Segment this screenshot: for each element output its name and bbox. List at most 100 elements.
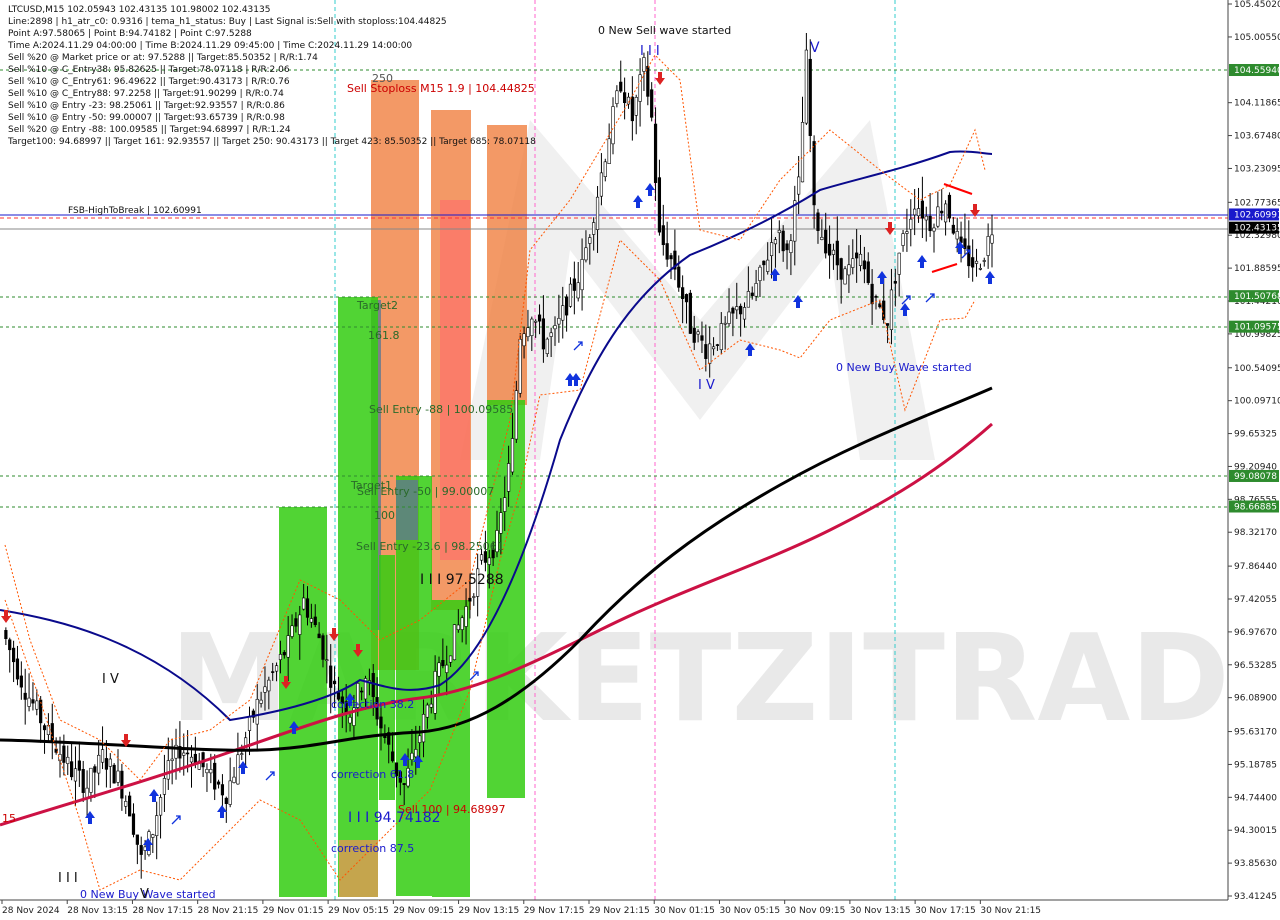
- hollow-arrow-icon: [925, 293, 935, 303]
- candle-body: [800, 122, 805, 183]
- candle-body: [162, 778, 167, 795]
- candle-body: [661, 225, 665, 246]
- price-tick-label: 97.42055: [1234, 595, 1277, 605]
- price-tick-label: 96.08900: [1234, 694, 1277, 704]
- candle-body: [479, 554, 484, 561]
- zone-green-6: [487, 400, 525, 798]
- zone-green-3: [379, 555, 395, 800]
- candle-body: [777, 229, 781, 234]
- candle-body: [855, 252, 859, 259]
- time-tick-label: 29 Nov 09:15: [393, 906, 454, 916]
- candle-body: [507, 463, 511, 492]
- candle-body: [313, 616, 317, 626]
- candle-body: [460, 617, 464, 630]
- candle-body: [858, 253, 863, 266]
- candle-body: [932, 227, 936, 232]
- candle-body: [414, 749, 418, 758]
- time-tick-label: 30 Nov 21:15: [980, 906, 1041, 916]
- level-1618-label: 161.8: [368, 329, 400, 342]
- candle-body: [166, 760, 170, 780]
- price-axis: 105.45020 105.00550 104.11865 103.67480 103.…: [1227, 0, 1280, 902]
- buy-arrow-icon: [985, 271, 995, 284]
- candle-body: [124, 801, 128, 807]
- zone-green-1: [338, 297, 378, 897]
- correction-875-label: correction 87.5: [331, 842, 414, 855]
- candle-body: [684, 294, 689, 303]
- buy-arrow-icon: [917, 255, 927, 268]
- candle-body: [789, 240, 793, 253]
- candle-body: [522, 333, 526, 347]
- candle-body: [781, 230, 785, 252]
- candle-body: [619, 81, 623, 92]
- price-tick-label: 105.45020: [1234, 0, 1280, 10]
- buy-arrow-icon: [149, 789, 159, 802]
- candle-body: [371, 673, 375, 698]
- candle-body: [599, 172, 604, 197]
- candle-body: [592, 222, 596, 235]
- candle-body: [499, 512, 503, 534]
- time-tick-label: 30 Nov 01:15: [654, 906, 715, 916]
- candle-body: [73, 768, 78, 782]
- candle-body: [267, 679, 271, 692]
- candle-body: [437, 662, 441, 677]
- candle-body: [232, 776, 236, 783]
- zone-pink-1: [440, 200, 470, 560]
- price-tick-label: 105.00550: [1234, 33, 1280, 43]
- candle-body: [139, 845, 143, 855]
- candle-body: [120, 770, 124, 799]
- candle-body: [947, 194, 952, 219]
- candle-body: [553, 325, 557, 330]
- candle-body: [824, 229, 828, 254]
- candle-body: [429, 703, 433, 708]
- candle-body: [808, 58, 812, 136]
- sell-entry-50-label: Sell Entry -50 | 99.00007: [357, 485, 494, 498]
- price-tick-label: 99.65325: [1234, 430, 1277, 440]
- candle-body: [839, 258, 843, 280]
- candle-body: [472, 596, 476, 598]
- info-line: Sell %20 @ Market price or at: 97.5288 |…: [8, 53, 318, 63]
- candle-body: [93, 766, 97, 773]
- candle-body: [433, 671, 437, 714]
- info-line: Sell %10 @ Entry -23: 98.25061 || Target…: [8, 101, 285, 111]
- price-tick-label: 103.23095: [1234, 164, 1280, 174]
- candle-body: [588, 237, 592, 244]
- info-line: Sell %20 @ Entry -88: 100.09585 || Targe…: [8, 125, 291, 135]
- candle-body: [967, 245, 971, 267]
- sell-entry-236-label: Sell Entry -23.6 | 98.25061: [356, 540, 504, 553]
- time-tick-label: 29 Nov 21:15: [589, 906, 650, 916]
- sell-wave-label: 0 New Sell wave started: [598, 24, 731, 37]
- candle-body: [224, 797, 228, 804]
- price-badge-label: 99.08078: [1234, 472, 1277, 482]
- candle-body: [928, 215, 932, 232]
- candle-body: [735, 306, 739, 311]
- symbol-line: LTCUSD,M15 102.05943 102.43135 101.98002…: [8, 5, 270, 15]
- candle-body: [851, 258, 855, 268]
- candle-body: [104, 758, 109, 770]
- price-tick-label: 96.97670: [1234, 628, 1277, 638]
- candle-body: [893, 281, 897, 284]
- candle-body: [572, 278, 576, 291]
- candle-body: [692, 327, 696, 343]
- candle-body: [615, 90, 619, 104]
- info-line: Time A:2024.11.29 04:00:00 | Time B:2024…: [7, 41, 412, 51]
- time-tick-label: 30 Nov 09:15: [785, 906, 846, 916]
- candle-body: [128, 795, 132, 817]
- info-line: Line:2898 | h1_atr_c0: 0.9316 | tema_h1_…: [8, 17, 447, 27]
- candle-body: [940, 210, 944, 214]
- price-chart: MARKETZITRADE LTCUSD,M15 102.05943 102.4…: [0, 0, 1280, 920]
- price-tick-label: 95.63170: [1234, 728, 1277, 738]
- candle-body: [696, 331, 700, 335]
- left-15-label: 15: [2, 812, 16, 825]
- candle-body: [812, 141, 816, 206]
- price-tick-label: 93.85630: [1234, 859, 1277, 869]
- candle-body: [247, 716, 252, 731]
- candle-body: [410, 752, 414, 761]
- time-axis: 28 Nov 2024 28 Nov 13:15 28 Nov 17:15 28 No…: [0, 899, 1280, 920]
- candle-body: [464, 606, 468, 627]
- point-b-label: I I I 94.74182: [348, 810, 441, 826]
- time-tick-label: 28 Nov 21:15: [198, 906, 259, 916]
- candle-body: [530, 318, 534, 336]
- triangle-lower: [931, 263, 958, 273]
- time-tick-label: 28 Nov 17:15: [132, 906, 193, 916]
- price-tick-label: 94.74400: [1234, 793, 1277, 803]
